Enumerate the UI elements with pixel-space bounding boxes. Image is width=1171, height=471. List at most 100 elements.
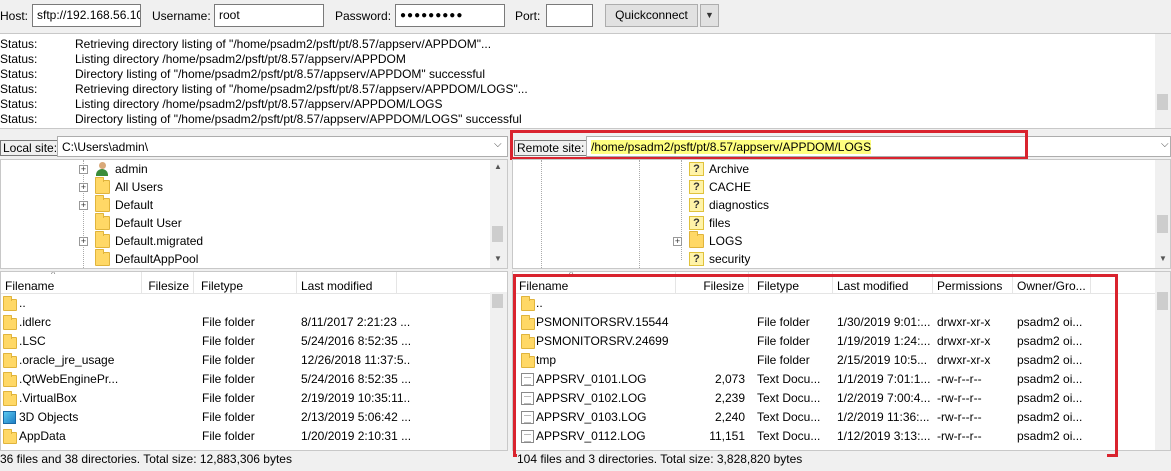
unknown-folder-icon: ?	[689, 216, 704, 230]
remote-directory-tree[interactable]: ▼ ? Archive? CACHE? diagnostics? files + LOGS?…	[512, 159, 1171, 269]
local-directory-tree[interactable]: ▲ ▼ + admin + All Users + Default Default User…	[0, 159, 508, 269]
username-input[interactable]: root	[214, 4, 324, 27]
file-size-cell	[142, 427, 190, 446]
local-status-bar: 36 files and 38 directories. Total size:…	[0, 451, 508, 469]
local-site-dropdown-icon[interactable]: ⌵	[494, 139, 502, 150]
folder-icon	[689, 231, 704, 248]
file-row[interactable]: .idlerc File folder 8/11/2017 2:21:23 ...	[1, 313, 491, 332]
file-row[interactable]: 3D Objects File folder 2/13/2019 5:06:42 .…	[1, 408, 491, 427]
unknown-folder-icon: ?	[689, 162, 704, 176]
file-type-cell: File folder	[202, 353, 255, 367]
file-modified-cell: 5/24/2016 8:52:35 ...	[301, 372, 411, 386]
file-size-cell	[142, 332, 190, 351]
quickconnect-dropdown-icon[interactable]: ▼	[700, 4, 719, 27]
folder-icon	[3, 296, 17, 311]
file-row[interactable]: AppData File folder 1/20/2019 2:10:31 ...	[1, 427, 491, 446]
log-status-tag: Status:	[0, 52, 38, 66]
message-log: Status: Retrieving directory listing of "…	[0, 33, 1171, 129]
file-modified-cell: 5/24/2016 8:52:35 ...	[301, 334, 411, 348]
local-col-filename[interactable]: Filename	[1, 272, 142, 294]
file-row[interactable]: .VirtualBox File folder 2/19/2019 10:35:11…	[1, 389, 491, 408]
folder-icon	[3, 391, 17, 406]
file-row[interactable]: ..	[1, 294, 491, 313]
expand-icon[interactable]: +	[79, 201, 88, 210]
file-type-cell	[202, 294, 297, 313]
log-scrollbar[interactable]	[1155, 34, 1171, 128]
folder-icon	[95, 213, 110, 230]
username-label: Username:	[152, 9, 211, 23]
remote-tree-scrollbar[interactable]: ▼	[1155, 160, 1170, 268]
local-tree-scrollbar[interactable]: ▲ ▼	[490, 160, 507, 268]
file-type-cell: File folder	[202, 410, 255, 424]
expand-icon[interactable]: +	[79, 237, 88, 246]
local-site-label: Local site:	[0, 140, 61, 156]
file-type-cell: File folder	[202, 429, 255, 443]
unknown-folder-icon: ?	[689, 198, 704, 212]
remote-list-scrollbar[interactable]	[1155, 272, 1170, 450]
folder-icon	[95, 195, 110, 212]
local-col-last-modified[interactable]: Last modified	[297, 272, 397, 294]
file-name-cell: .idlerc	[19, 315, 52, 329]
port-label: Port:	[515, 9, 541, 23]
file-name-cell: .VirtualBox	[19, 391, 77, 405]
remote-site-highlight-box	[510, 130, 1028, 160]
file-size-cell	[142, 313, 190, 332]
file-type-cell: File folder	[202, 391, 255, 405]
tree-item-label: security	[709, 252, 751, 266]
expand-icon[interactable]: +	[673, 237, 682, 246]
tree-item-label: files	[709, 216, 731, 230]
file-modified-cell: 1/20/2019 2:10:31 ...	[301, 429, 411, 443]
folder-icon	[95, 249, 110, 266]
log-message: Retrieving directory listing of "/home/p…	[75, 37, 492, 51]
folder-icon	[95, 231, 110, 248]
local-site-path-input[interactable]: C:\Users\admin\	[57, 136, 508, 157]
log-status-tag: Status:	[0, 82, 38, 96]
local-col-filesize[interactable]: Filesize	[142, 272, 194, 294]
remote-site-dropdown-icon[interactable]: ⌵	[1161, 139, 1169, 150]
user-icon	[95, 162, 109, 176]
unknown-folder-icon: ?	[689, 180, 704, 194]
host-input[interactable]: sftp://192.168.56.10	[32, 4, 141, 27]
remote-file-list-highlight-box	[513, 274, 1118, 457]
file-type-cell: File folder	[202, 372, 255, 386]
log-status-tag: Status:	[0, 67, 38, 81]
host-label: Host:	[0, 9, 29, 23]
local-site-bar: Local site: C:\Users\admin\ ⌵	[0, 135, 508, 159]
log-message: Listing directory /home/psadm2/psft/pt/8…	[75, 97, 443, 111]
log-status-tag: Status:	[0, 97, 38, 111]
local-col-filetype[interactable]: Filetype	[197, 272, 297, 294]
3d-objects-icon	[3, 411, 16, 424]
file-type-cell: File folder	[202, 334, 255, 348]
log-status-tag: Status:	[0, 112, 38, 126]
log-message: Directory listing of "/home/psadm2/psft/…	[75, 112, 522, 126]
expand-icon[interactable]: +	[79, 183, 88, 192]
quickconnect-button[interactable]: Quickconnect	[605, 4, 698, 27]
remote-status-bar: 104 files and 3 directories. Total size:…	[517, 451, 1107, 469]
unknown-folder-icon: ?	[689, 252, 704, 266]
expand-icon[interactable]: +	[79, 165, 88, 174]
file-size-cell	[142, 294, 190, 313]
local-file-list[interactable]: Filename Filesize Filetype Last modified…	[0, 271, 508, 451]
file-type-cell: File folder	[202, 315, 255, 329]
tree-item-label: CACHE	[709, 180, 752, 194]
password-input[interactable]: ●●●●●●●●●	[395, 4, 505, 27]
port-input[interactable]	[546, 4, 593, 27]
file-row[interactable]: .oracle_jre_usage File folder 12/26/2018 1…	[1, 351, 491, 370]
tree-item-label: Default.migrated	[115, 234, 204, 248]
file-row[interactable]: .QtWebEnginePr... File folder 5/24/2016 8:…	[1, 370, 491, 389]
local-list-header: Filename Filesize Filetype Last modified…	[1, 272, 507, 294]
file-name-cell: ..	[19, 296, 26, 310]
tree-item-label: admin	[115, 162, 148, 176]
file-size-cell	[142, 351, 190, 370]
file-name-cell: 3D Objects	[19, 410, 79, 424]
tree-item-label: DefaultAppPool	[115, 252, 199, 266]
file-modified-cell: 12/26/2018 11:37:5...	[301, 353, 411, 367]
tree-item-label: LOGS	[709, 234, 743, 248]
log-message: Retrieving directory listing of "/home/p…	[75, 82, 528, 96]
folder-icon	[3, 372, 17, 387]
tree-item-label: diagnostics	[709, 198, 770, 212]
file-row[interactable]: .LSC File folder 5/24/2016 8:52:35 ...	[1, 332, 491, 351]
file-modified-cell: 2/19/2019 10:35:11...	[301, 391, 411, 405]
tree-item-label: All Users	[115, 180, 164, 194]
local-list-scrollbar[interactable]	[490, 292, 507, 450]
